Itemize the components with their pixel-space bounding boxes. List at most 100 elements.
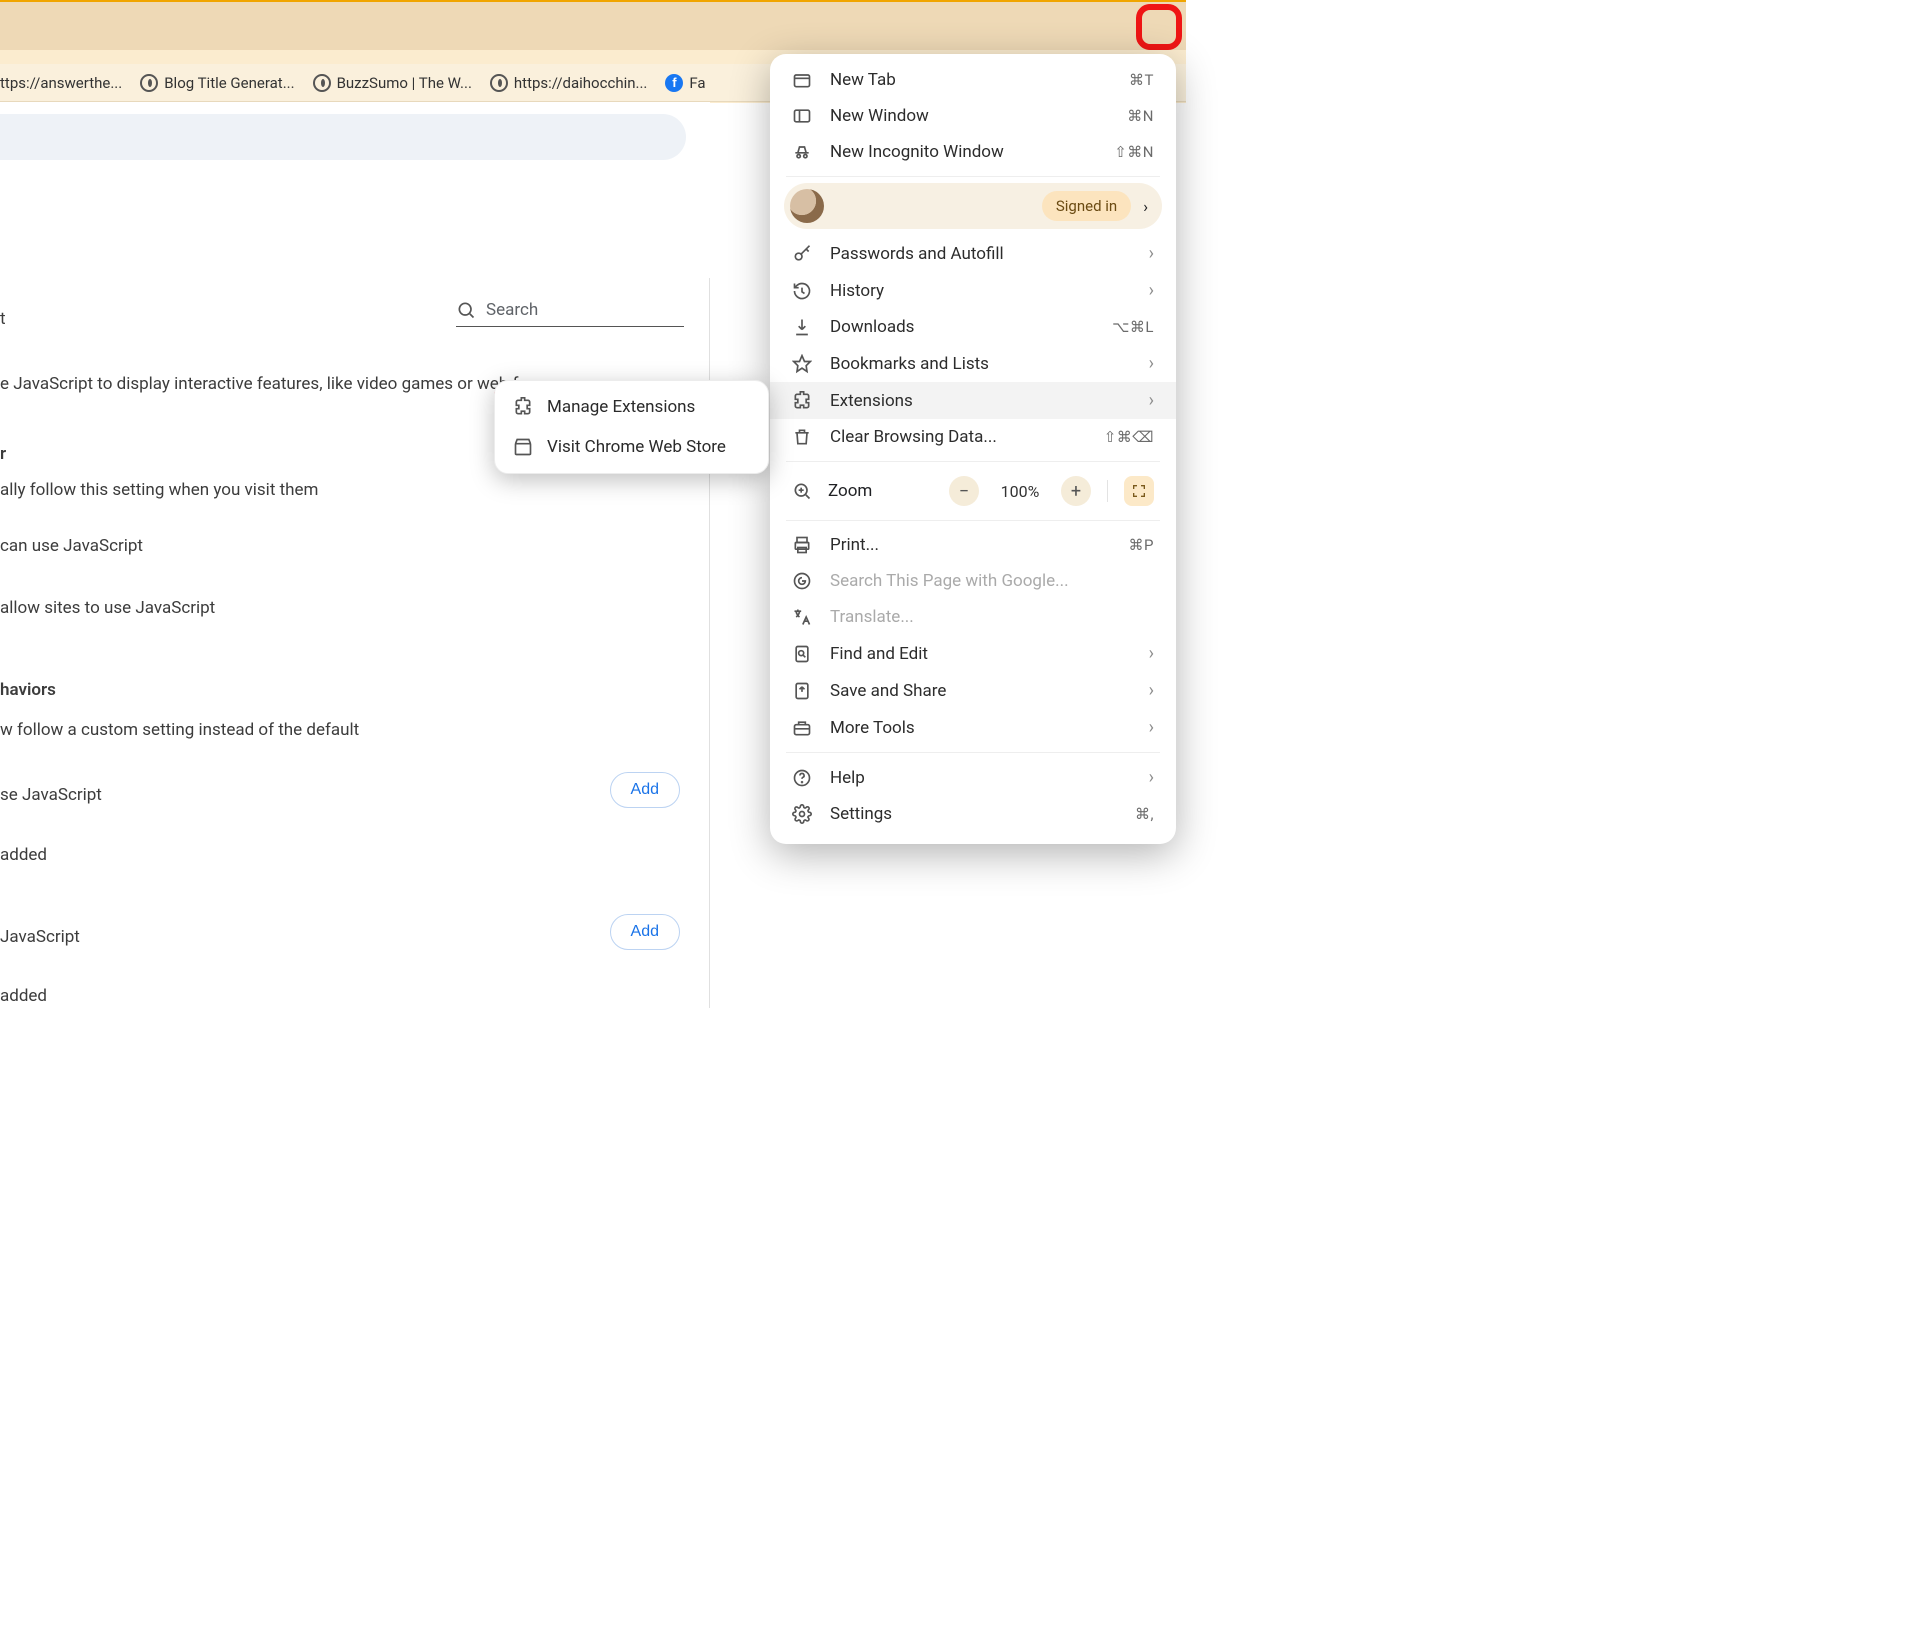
chevron-right-icon: ›	[1149, 243, 1154, 264]
menu-shortcut: ⌘P	[1129, 536, 1154, 554]
menu-passwords[interactable]: Passwords and Autofill›	[770, 235, 1176, 272]
download-icon	[792, 317, 812, 337]
menu-label: New Incognito Window	[830, 142, 1096, 162]
cut-text: e JavaScript to display interactive feat…	[0, 374, 558, 394]
section-search[interactable]: Search	[456, 300, 684, 327]
menu-shortcut: ⇧⌘N	[1114, 143, 1154, 161]
cut-heading: r	[0, 444, 6, 464]
bookmark-label: https://daihocchin...	[514, 74, 647, 92]
toolbox-icon	[792, 718, 812, 738]
bookmark-label: BuzzSumo | The W...	[337, 74, 472, 92]
cut-text: added	[0, 986, 47, 1006]
fullscreen-icon	[1131, 483, 1147, 499]
zoom-out-button[interactable]: −	[949, 476, 979, 506]
globe-icon	[140, 74, 158, 92]
menu-new-window[interactable]: New Window ⌘N	[770, 98, 1176, 134]
zoom-label: Zoom	[828, 481, 933, 501]
menu-shortcut: ⌥⌘L	[1112, 318, 1154, 336]
menu-print[interactable]: Print... ⌘P	[770, 527, 1176, 563]
menu-label: Find and Edit	[830, 644, 1131, 664]
menu-new-tab[interactable]: New Tab ⌘T	[770, 62, 1176, 98]
cut-heading: haviors	[0, 680, 56, 700]
help-icon	[792, 768, 812, 788]
menu-label: New Tab	[830, 70, 1111, 90]
globe-icon	[313, 74, 331, 92]
puzzle-icon	[513, 397, 533, 417]
bookmark-item[interactable]: ttps://answerthe...	[0, 74, 122, 92]
find-icon	[792, 644, 812, 664]
menu-label: History	[830, 281, 1131, 301]
menu-extensions[interactable]: Extensions›	[770, 382, 1176, 419]
menu-label: Extensions	[830, 391, 1131, 411]
menu-label: Print...	[830, 535, 1111, 555]
menu-separator	[786, 520, 1160, 521]
bookmark-item[interactable]: BuzzSumo | The W...	[313, 74, 472, 92]
chrome-menu: New Tab ⌘T New Window ⌘N New Incognito W…	[770, 54, 1176, 844]
menu-more-tools[interactable]: More Tools ›	[770, 709, 1176, 746]
manage-extensions[interactable]: Manage Extensions	[495, 387, 768, 427]
menu-clear-data[interactable]: Clear Browsing Data... ⇧⌘⌫	[770, 419, 1176, 455]
print-icon	[792, 535, 812, 555]
bookmark-item[interactable]: f Fa	[665, 74, 705, 92]
cut-text: w follow a custom setting instead of the…	[0, 720, 359, 740]
menu-bookmarks[interactable]: Bookmarks and Lists ›	[770, 345, 1176, 382]
visit-web-store[interactable]: Visit Chrome Web Store	[495, 427, 768, 467]
add-button[interactable]: Add	[610, 914, 680, 950]
menu-shortcut: ⌘,	[1135, 805, 1154, 823]
cut-text: allow sites to use JavaScript	[0, 598, 215, 618]
incognito-icon	[792, 142, 812, 162]
zoom-in-button[interactable]: +	[1061, 476, 1091, 506]
menu-label: Search This Page with Google...	[830, 571, 1154, 591]
facebook-icon: f	[665, 74, 683, 92]
bookmark-label: Fa	[689, 74, 705, 92]
chevron-right-icon: ›	[1143, 197, 1148, 216]
chevron-right-icon: ›	[1149, 353, 1154, 374]
menu-share[interactable]: Save and Share›	[770, 672, 1176, 709]
puzzle-icon	[792, 391, 812, 411]
fullscreen-button[interactable]	[1124, 476, 1154, 506]
menu-label: New Window	[830, 106, 1109, 126]
manage-extensions-label: Manage Extensions	[547, 397, 695, 417]
add-label: Add	[631, 781, 659, 798]
menu-label: More Tools	[830, 718, 1131, 738]
settings-page: t Search e JavaScript to display interac…	[0, 102, 710, 1008]
menu-shortcut: ⇧⌘⌫	[1104, 428, 1154, 446]
cut-text: can use JavaScript	[0, 536, 143, 556]
menu-downloads[interactable]: Downloads ⌥⌘L	[770, 309, 1176, 345]
trash-icon	[792, 427, 812, 447]
menu-history[interactable]: History›	[770, 272, 1176, 309]
translate-icon	[792, 607, 812, 627]
menu-find[interactable]: Find and Edit›	[770, 635, 1176, 672]
chevron-right-icon: ›	[1149, 717, 1154, 738]
menu-separator	[786, 461, 1160, 462]
search-placeholder: Search	[486, 300, 538, 320]
menu-incognito[interactable]: New Incognito Window ⇧⌘N	[770, 134, 1176, 170]
share-icon	[792, 681, 812, 701]
menu-separator	[786, 752, 1160, 753]
bookmark-item[interactable]: https://daihocchin...	[490, 74, 647, 92]
avatar	[790, 189, 824, 223]
bookmark-label: ttps://answerthe...	[0, 74, 122, 92]
bookmark-item[interactable]: Blog Title Generat...	[140, 74, 294, 92]
cut-text: t	[0, 309, 6, 329]
menu-label: Bookmarks and Lists	[830, 354, 1131, 374]
zoom-icon	[792, 481, 812, 501]
settings-search-pill[interactable]	[0, 114, 686, 160]
cut-text: added	[0, 845, 47, 865]
menu-settings[interactable]: Settings ⌘,	[770, 796, 1176, 832]
menu-label: Downloads	[830, 317, 1094, 337]
menu-label: Save and Share	[830, 681, 1131, 701]
menu-separator	[786, 176, 1160, 177]
profile-row[interactable]: Signed in ›	[784, 183, 1162, 229]
menu-label: Help	[830, 768, 1131, 788]
google-icon	[792, 571, 812, 591]
menu-shortcut: ⌘T	[1129, 71, 1154, 89]
add-button[interactable]: Add	[610, 772, 680, 808]
menu-help[interactable]: Help›	[770, 759, 1176, 796]
signed-in-badge: Signed in	[1042, 191, 1131, 221]
store-icon	[513, 437, 533, 457]
menu-label: Clear Browsing Data...	[830, 427, 1086, 447]
cut-text: ally follow this setting when you visit …	[0, 480, 318, 500]
key-icon	[792, 244, 812, 264]
menu-label: Translate...	[830, 607, 1154, 627]
